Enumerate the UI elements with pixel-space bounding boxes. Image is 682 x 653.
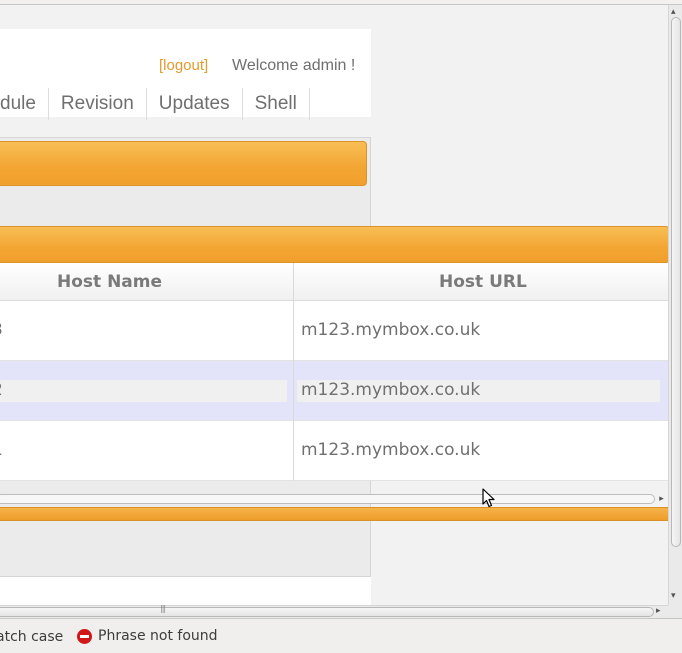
welcome-text: Welcome admin !	[232, 57, 356, 74]
scroll-up-arrow-icon[interactable]: ▴	[671, 7, 676, 17]
grid-header: Host Name Host URL	[0, 263, 668, 301]
scroll-down-arrow-icon[interactable]: ▾	[671, 591, 676, 601]
host-url-cell: m123.mymbox.co.uk	[301, 440, 481, 460]
host-name-cell: 1	[0, 440, 3, 460]
scroll-right-arrow-icon[interactable]: ▸	[655, 493, 668, 505]
horizontal-scroll-thumb[interactable]	[0, 607, 654, 617]
table-row[interactable]: 3 m123.mymbox.co.uk	[0, 301, 668, 361]
nav-item-module[interactable]: dule	[0, 88, 49, 120]
column-header-host-url[interactable]: Host URL	[439, 272, 527, 292]
vertical-scroll-thumb[interactable]	[671, 17, 681, 547]
find-status: Phrase not found	[77, 628, 218, 644]
header-panel: [logout] Welcome admin ! dule Revision U…	[0, 29, 371, 120]
find-status-text: Phrase not found	[98, 628, 218, 644]
table-row-selected[interactable]: 2 m123.mymbox.co.uk	[0, 361, 668, 421]
grid-scroll-track[interactable]	[0, 494, 655, 504]
nav-item-revision[interactable]: Revision	[49, 88, 147, 120]
mouse-cursor-icon	[482, 488, 495, 508]
page-horizontal-scrollbar[interactable]: ||| ▸	[0, 604, 668, 618]
column-divider	[293, 263, 294, 481]
host-name-cell: 3	[0, 320, 3, 340]
grid-horizontal-scrollbar[interactable]: ▸	[0, 492, 668, 506]
table-row[interactable]: 1 m123.mymbox.co.uk	[0, 421, 668, 481]
scrollbar-corner	[668, 605, 682, 618]
main-nav: dule Revision Updates Shell	[0, 88, 310, 124]
cell-focus-box	[0, 380, 287, 402]
nav-item-updates[interactable]: Updates	[147, 88, 243, 120]
grid-title-bar	[0, 226, 668, 263]
host-name-cell: 2	[0, 380, 3, 400]
host-url-cell: m123.mymbox.co.uk	[301, 380, 481, 400]
content-footer-strip	[0, 577, 371, 605]
logout-link[interactable]: [logout]	[159, 57, 208, 74]
nav-item-shell[interactable]: Shell	[243, 88, 310, 120]
page-viewport: [logout] Welcome admin ! dule Revision U…	[0, 5, 668, 605]
stop-icon	[77, 628, 92, 644]
scroll-right-arrow-icon[interactable]: ▸	[656, 606, 661, 616]
hosts-grid: Host Name Host URL 3 m123.mymbox.co.uk 2…	[0, 263, 668, 481]
host-url-cell: m123.mymbox.co.uk	[301, 320, 481, 340]
page-vertical-scrollbar[interactable]: ▴ ▾	[668, 5, 682, 605]
match-case-checkbox-label[interactable]: atch case	[0, 629, 63, 645]
panel-title-bar	[0, 141, 367, 186]
column-header-host-name[interactable]: Host Name	[57, 272, 162, 292]
find-bar: atch case Phrase not found	[0, 618, 682, 653]
grid-footer-bar	[0, 507, 668, 521]
scroll-grip-icon: |||	[160, 604, 166, 613]
